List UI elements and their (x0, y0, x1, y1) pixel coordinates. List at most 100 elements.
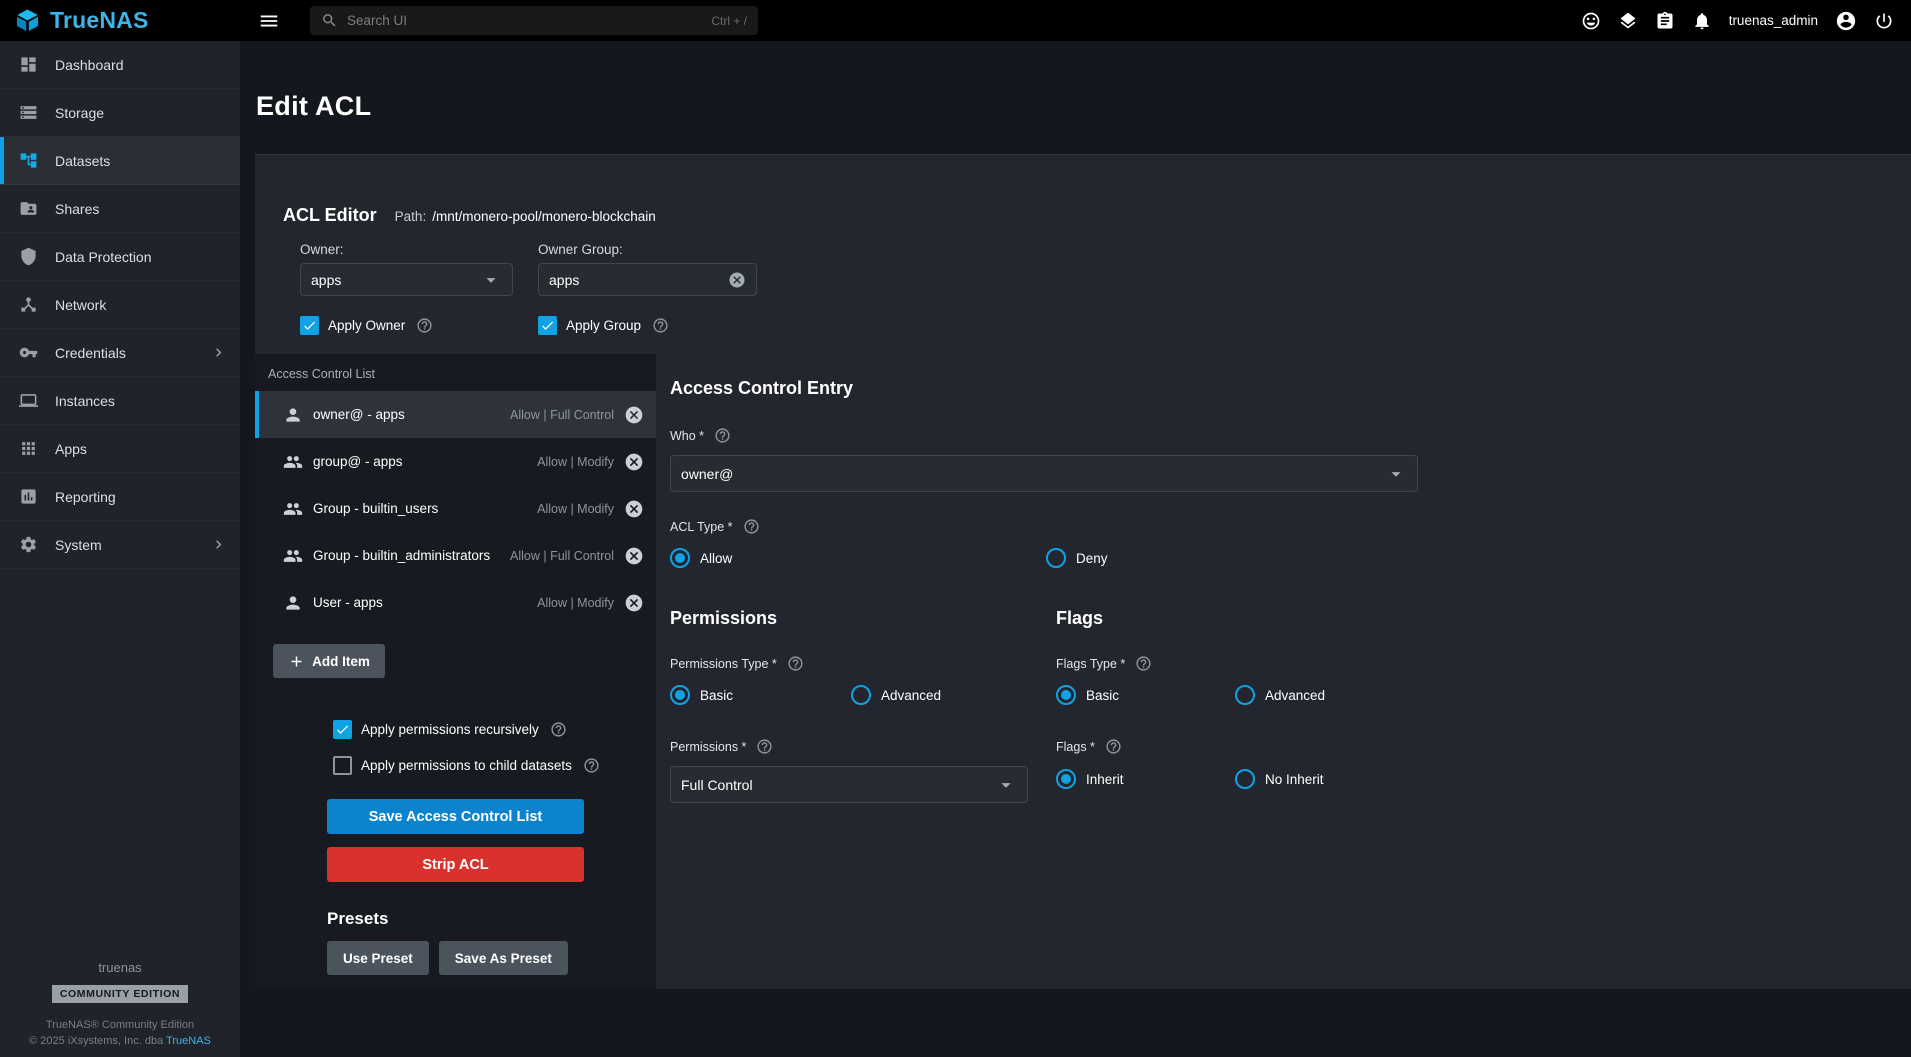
help-icon[interactable] (583, 757, 600, 774)
sidebar-item-network[interactable]: Network (0, 281, 240, 329)
owner-group-input[interactable]: apps (538, 263, 757, 296)
recursive-checkbox[interactable]: Apply permissions recursively (333, 720, 656, 739)
save-as-preset-button[interactable]: Save As Preset (439, 941, 568, 975)
radio-permissions-basic[interactable]: Basic (670, 685, 851, 705)
brand-name: TrueNAS (50, 7, 149, 34)
sidebar-item-datasets[interactable]: Datasets (0, 137, 240, 185)
person-icon (283, 593, 303, 613)
sidebar: Dashboard Storage Datasets Shares Data P… (0, 41, 240, 1057)
sidebar-item-label: System (55, 537, 102, 553)
checkbox-checked-icon (538, 316, 557, 335)
owner-select[interactable]: apps (300, 263, 513, 296)
smiley-icon (1581, 11, 1601, 31)
help-icon[interactable] (1105, 738, 1122, 755)
clear-owner-group-icon[interactable] (728, 271, 746, 289)
sidebar-item-dashboard[interactable]: Dashboard (0, 41, 240, 89)
group-icon (283, 546, 303, 566)
menu-button[interactable] (258, 10, 280, 32)
dropdown-arrow-icon (995, 774, 1017, 796)
remove-entry-icon[interactable] (624, 405, 644, 425)
radio-no-inherit[interactable]: No Inherit (1235, 769, 1324, 789)
strip-acl-button[interactable]: Strip ACL (327, 847, 584, 882)
acl-entry-row[interactable]: Group - builtin_administrators Allow | F… (255, 532, 656, 579)
radio-flags-basic[interactable]: Basic (1056, 685, 1235, 705)
radio-deny[interactable]: Deny (1046, 548, 1108, 568)
search-shortcut: Ctrl + / (711, 14, 747, 28)
sidebar-item-shares[interactable]: Shares (0, 185, 240, 233)
sidebar-item-label: Apps (55, 441, 87, 457)
person-icon (283, 405, 303, 425)
layers-icon (1618, 11, 1638, 31)
help-icon[interactable] (756, 738, 773, 755)
power-button[interactable] (1874, 11, 1894, 31)
entry-who: Group - builtin_users (313, 501, 527, 516)
chevron-right-icon (210, 344, 227, 361)
radio-permissions-advanced[interactable]: Advanced (851, 685, 941, 705)
radio-inherit[interactable]: Inherit (1056, 769, 1235, 789)
radio-label: Deny (1076, 551, 1108, 566)
help-icon[interactable] (1135, 655, 1152, 672)
remove-entry-icon[interactable] (624, 546, 644, 566)
radio-label: Allow (700, 551, 732, 566)
acl-entry-row[interactable]: User - apps Allow | Modify (255, 579, 656, 626)
permissions-column: Permissions Permissions Type * Basic (670, 608, 1056, 803)
sidebar-item-storage[interactable]: Storage (0, 89, 240, 137)
help-icon[interactable] (652, 317, 669, 334)
sidebar-item-reporting[interactable]: Reporting (0, 473, 240, 521)
apps-grid-icon (19, 439, 38, 458)
copyright-link[interactable]: TrueNAS (166, 1035, 211, 1047)
help-icon[interactable] (787, 655, 804, 672)
remove-entry-icon[interactable] (624, 452, 644, 472)
acl-entry-row[interactable]: Group - builtin_users Allow | Modify (255, 485, 656, 532)
acl-type-label-row: ACL Type * (670, 518, 1881, 535)
permissions-select[interactable]: Full Control (670, 766, 1028, 803)
help-icon[interactable] (416, 317, 433, 334)
checkin-button[interactable] (1618, 11, 1638, 31)
help-icon[interactable] (550, 721, 567, 738)
flags-type-label-row: Flags Type * (1056, 655, 1881, 672)
sidebar-item-instances[interactable]: Instances (0, 377, 240, 425)
acl-entry-row[interactable]: owner@ - apps Allow | Full Control (255, 391, 656, 438)
chevron-right-icon (210, 536, 227, 553)
remove-entry-icon[interactable] (624, 499, 644, 519)
use-preset-button[interactable]: Use Preset (327, 941, 429, 975)
entry-who: Group - builtin_administrators (313, 548, 500, 563)
entry-permission: Allow | Full Control (510, 408, 614, 422)
jobs-button[interactable] (1655, 11, 1675, 31)
search-input[interactable]: Search UI Ctrl + / (310, 6, 758, 35)
help-icon[interactable] (743, 518, 760, 535)
sidebar-item-credentials[interactable]: Credentials (0, 329, 240, 377)
remove-entry-icon[interactable] (624, 593, 644, 613)
child-datasets-checkbox[interactable]: Apply permissions to child datasets (333, 756, 656, 775)
who-label: Who * (670, 429, 704, 443)
apply-owner-checkbox[interactable]: Apply Owner (300, 316, 513, 335)
acl-list-panel: Access Control List owner@ - apps Allow … (255, 354, 656, 989)
sidebar-item-data-protection[interactable]: Data Protection (0, 233, 240, 281)
ace-heading: Access Control Entry (670, 378, 1881, 399)
sidebar-item-label: Instances (55, 393, 115, 409)
sidebar-item-apps[interactable]: Apps (0, 425, 240, 473)
acl-type-label: ACL Type * (670, 520, 733, 534)
who-select[interactable]: owner@ (670, 455, 1418, 492)
apply-group-checkbox[interactable]: Apply Group (538, 316, 669, 335)
sidebar-item-label: Data Protection (55, 249, 152, 265)
add-item-button[interactable]: Add Item (273, 644, 385, 678)
acl-entry-row[interactable]: group@ - apps Allow | Modify (255, 438, 656, 485)
radio-allow[interactable]: Allow (670, 548, 1046, 568)
user-menu-button[interactable] (1835, 10, 1857, 32)
feedback-button[interactable] (1581, 11, 1601, 31)
acl-list-title: Access Control List (255, 354, 656, 391)
notifications-button[interactable] (1692, 11, 1712, 31)
save-acl-button[interactable]: Save Access Control List (327, 799, 584, 834)
flags-label: Flags * (1056, 740, 1095, 754)
radio-checked-icon (1056, 685, 1076, 705)
who-value: owner@ (681, 466, 1385, 482)
group-icon (283, 452, 303, 472)
help-icon[interactable] (714, 427, 731, 444)
dropdown-arrow-icon (480, 269, 502, 291)
sidebar-item-system[interactable]: System (0, 521, 240, 569)
search-icon (321, 12, 338, 29)
permissions-value: Full Control (681, 777, 995, 793)
radio-flags-advanced[interactable]: Advanced (1235, 685, 1325, 705)
brand[interactable]: TrueNAS (0, 7, 240, 34)
